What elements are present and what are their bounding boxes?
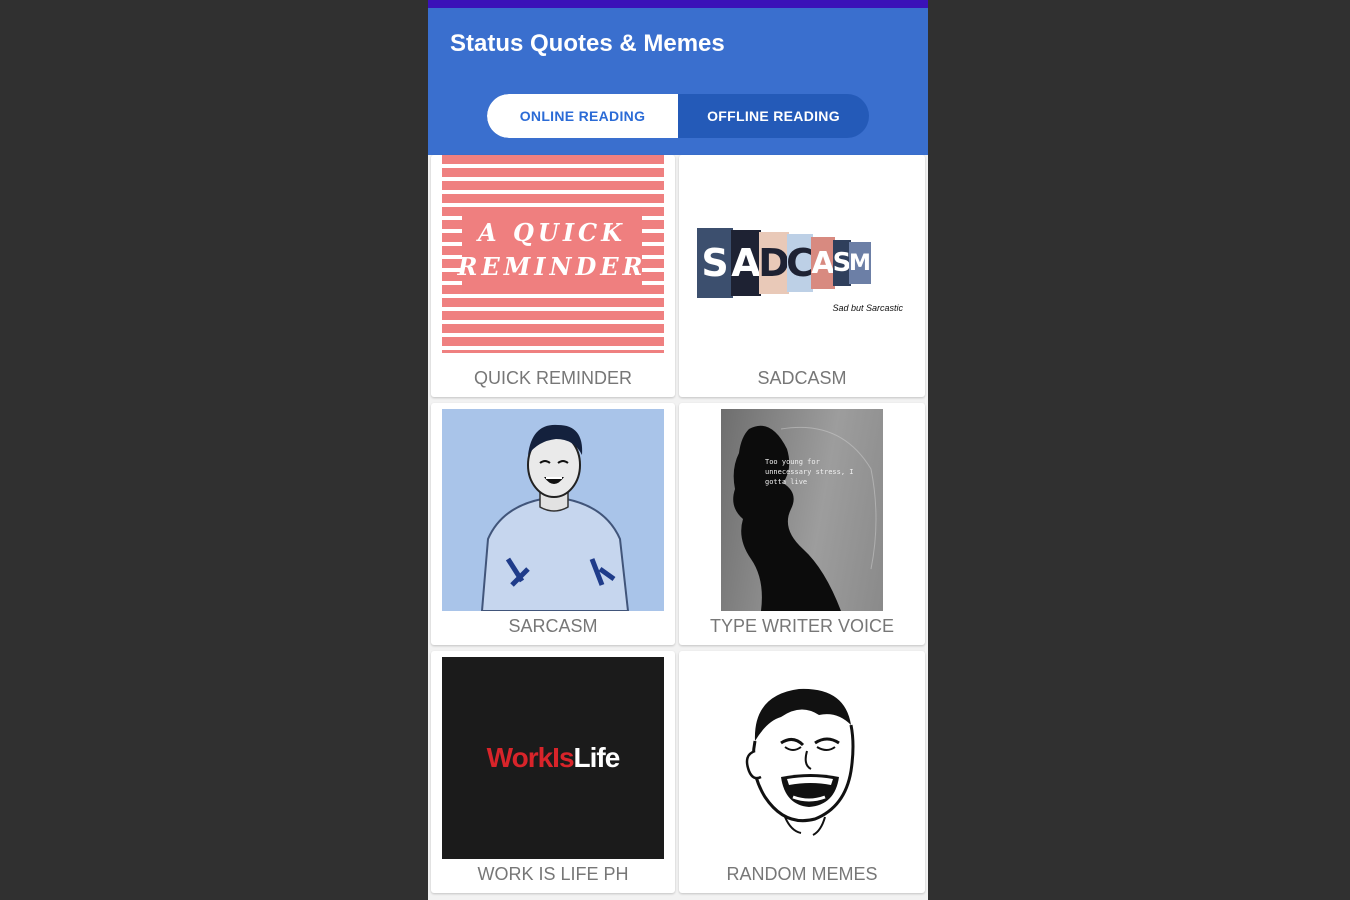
status-bar: [428, 0, 928, 8]
sadcasm-letter: M: [849, 242, 871, 284]
typewriter-silhouette-image: Too young for unnecessary stress, I gott…: [721, 409, 883, 611]
category-label: WORK IS LIFE PH: [477, 864, 629, 884]
sadcasm-letter: C: [786, 234, 814, 292]
laughing-man-image: [442, 409, 664, 611]
quick-reminder-image: A QUICK REMINDER: [442, 155, 664, 353]
category-card-sadcasm[interactable]: S A D C A S M Sad but Sarcastic SADCASM: [679, 155, 925, 397]
typewriter-quote: Too young for unnecessary stress, I gott…: [765, 458, 854, 486]
reading-mode-toggle: ONLINE READING OFFLINE READING: [487, 93, 869, 138]
work-is-life-word-2: Is: [552, 742, 574, 773]
sadcasm-subtitle: Sad but Sarcastic: [832, 303, 903, 313]
category-card-work-is-life-ph[interactable]: Work Is Life WORK IS LIFE PH: [431, 651, 675, 893]
category-label: QUICK REMINDER: [473, 368, 632, 388]
phone-screen: Status Quotes & Memes ONLINE READING OFF…: [428, 0, 928, 900]
sadcasm-letter: S: [697, 228, 733, 298]
tab-offline-reading[interactable]: OFFLINE READING: [678, 94, 869, 138]
app-bar: Status Quotes & Memes: [428, 8, 928, 80]
tab-online-reading[interactable]: ONLINE READING: [487, 93, 678, 138]
sadcasm-letter: A: [811, 237, 835, 289]
work-is-life-word-1: Work: [486, 742, 553, 773]
work-is-life-image: Work Is Life: [442, 657, 664, 859]
category-label: SARCASM: [508, 616, 598, 636]
category-label: RANDOM MEMES: [726, 864, 878, 884]
app-title: Status Quotes & Memes: [450, 30, 725, 57]
quick-reminder-image-text: A QUICK REMINDER: [457, 207, 643, 293]
quick-reminder-line-2: REMINDER: [457, 252, 647, 281]
category-label: TYPE WRITER VOICE: [709, 616, 895, 636]
quick-reminder-line-1: A QUICK: [478, 218, 626, 247]
category-grid: A QUICK REMINDER QUICK REMINDER S A D C …: [428, 155, 928, 893]
sadcasm-image: S A D C A S M Sad but Sarcastic: [697, 225, 909, 335]
category-label: SADCASM: [757, 368, 847, 388]
work-is-life-word-3: Life: [573, 742, 621, 773]
category-card-type-writer-voice[interactable]: Too young for unnecessary stress, I gott…: [679, 403, 925, 645]
sadcasm-letter: D: [758, 232, 790, 294]
tab-area: ONLINE READING OFFLINE READING: [428, 80, 928, 155]
category-card-sarcasm[interactable]: SARCASM: [431, 403, 675, 645]
category-card-quick-reminder[interactable]: A QUICK REMINDER QUICK REMINDER: [431, 155, 675, 397]
troll-face-image: [741, 681, 865, 841]
category-card-random-memes[interactable]: RANDOM MEMES: [679, 651, 925, 893]
sadcasm-letter: A: [731, 230, 761, 296]
